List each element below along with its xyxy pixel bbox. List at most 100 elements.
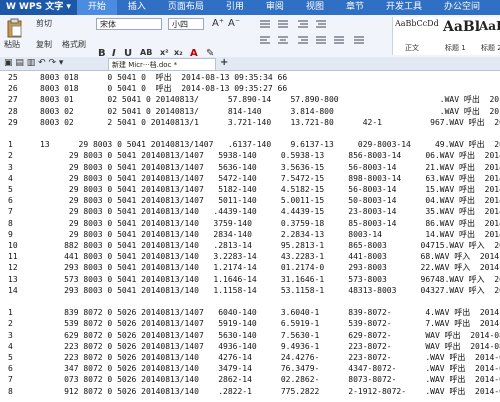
menu-bar: W WPS 文字 ▾ 开始 插入 页面布局 引用 审阅 视图 章节 开发工具 办… — [0, 0, 500, 15]
increase-indent-icon — [316, 20, 326, 28]
style-name-heading2: 标题 2 — [481, 44, 500, 52]
menu-office-space[interactable]: 办公空间 — [433, 0, 491, 15]
menu-review[interactable]: 审阅 — [255, 0, 295, 15]
line-number: 25 — [8, 73, 18, 82]
menu-start[interactable]: 开始 — [76, 0, 117, 15]
line-text: 29 8003 0 5041 20140813/1407 5182-140 4.… — [40, 185, 500, 194]
grow-font-icon[interactable]: A⁺ — [212, 18, 224, 29]
line-number: 26 — [8, 84, 18, 94]
document-tab-bar: ▣ ▤ ▥ ↶ ↷ ▾ 新建 Micr···档.doc * + — [0, 57, 500, 71]
line-number: 3 — [8, 330, 13, 340]
line-number: 5 — [8, 185, 13, 194]
line-text: 441 8003 0 5041 20140813/140 3.2283-14 4… — [40, 252, 500, 262]
justify-icon — [316, 36, 326, 44]
line-text: 073 8072 0 5026 20140813/140 2862-14 02.… — [40, 375, 500, 385]
line-number: 13 — [8, 274, 18, 284]
line-text: 573 8003 0 5041 20140813/140 1.1646-14 3… — [40, 274, 500, 284]
line-text: 8003 02 02 5041 0 20140813/ 814-140 3.81… — [40, 106, 500, 116]
style-preview-heading2[interactable]: AaBb — [479, 19, 500, 33]
paragraph-tools — [260, 20, 364, 44]
font-size-select[interactable]: 小四 — [168, 18, 204, 30]
bullet-list-icon — [260, 20, 270, 28]
line-text: 8003 018 0 5041 0 呼出 2014-08-13 09:35:27… — [40, 84, 288, 94]
style-name-heading1: 标题 1 — [445, 44, 466, 52]
line-number: 3 — [8, 162, 13, 172]
line-number: 12 — [8, 263, 18, 273]
line-text: 8003 01 02 5041 0 20140813/ 57.890-14 57… — [40, 95, 500, 105]
line-number: 4 — [8, 173, 13, 183]
document-tab[interactable]: 新建 Micr···档.doc * — [108, 58, 216, 70]
line-spacing-icon — [354, 36, 364, 44]
line-number: 6 — [8, 364, 13, 374]
menu-page-layout[interactable]: 页面布局 — [157, 0, 215, 15]
line-text: 223 8072 0 5026 20140813/1407 4936-140 9… — [40, 341, 500, 351]
paste-button[interactable]: 粘贴 — [4, 39, 20, 50]
menu-section[interactable]: 章节 — [335, 0, 375, 15]
line-text: 29 8003 0 5041 20140813/140 .4439-140 4.… — [40, 207, 500, 217]
line-text: 347 8072 0 5026 20140813/140 3479-14 76.… — [40, 364, 500, 374]
document-body[interactable]: 25 8003 018 0 5041 0 呼出 2014-08-13 09:35:… — [0, 71, 500, 402]
menu-reference[interactable]: 引用 — [215, 0, 255, 15]
align-right-icon — [298, 36, 308, 44]
line-number: 14 — [8, 285, 18, 295]
menu-view[interactable]: 视图 — [295, 0, 335, 15]
line-text: 29 8003 0 5041 20140813/1407 5938-140 0.… — [40, 151, 500, 161]
subscript-icon[interactable]: x₂ — [174, 48, 183, 57]
line-text: 29 8003 0 5041 20140813/140 2834-140 2.2… — [40, 229, 500, 239]
line-number: 10 — [8, 241, 18, 250]
line-number: 8 — [8, 218, 13, 228]
style-preview-heading1[interactable]: AaBl — [443, 19, 480, 35]
style-name-normal: 正文 — [405, 44, 419, 52]
line-number: 1 — [8, 308, 13, 318]
line-text: 29 8003 0 5041 20140813/1407 5636-140 3.… — [40, 162, 500, 172]
copy-button[interactable]: 复制 — [36, 39, 52, 50]
align-left-icon — [260, 36, 270, 44]
line-text: 8003 02 2 5041 0 20140813/1 3.721-140 13… — [40, 117, 500, 127]
paste-icon[interactable] — [6, 18, 24, 38]
line-number: 27 — [8, 95, 18, 105]
decrease-indent-icon — [298, 20, 308, 28]
distributed-icon — [334, 36, 344, 44]
line-text: 29 8003 0 5041 20140813/1407 5011-140 5.… — [40, 196, 500, 206]
numbered-list-icon — [278, 20, 288, 28]
menu-insert[interactable]: 插入 — [117, 0, 157, 15]
line-text: 29 8003 0 5041 20140813/140 3759-140 0.3… — [40, 218, 500, 228]
line-text: 293 8003 0 5041 20140813/140 1.2174-14 0… — [40, 263, 500, 273]
style-gallery[interactable]: AaBbCcDd 正文 AaBl 标题 1 AaBb 标题 2 — [392, 17, 500, 55]
cut-button[interactable]: 剪切 — [36, 18, 52, 29]
line-text: 839 8072 0 5026 20140813/1407 6040-140 3… — [40, 308, 500, 318]
line-number: 1 — [8, 140, 13, 150]
line-text: 539 8072 0 5026 20140813/1407 5919-140 6… — [40, 319, 500, 329]
menu-developer[interactable]: 开发工具 — [375, 0, 433, 15]
format-painter-button[interactable]: 格式刷 — [62, 39, 86, 50]
line-number: 29 — [8, 117, 18, 127]
superscript-icon[interactable]: x² — [160, 48, 169, 57]
font-name-select[interactable]: 宋体 — [96, 18, 162, 30]
quick-access-icons[interactable]: ▣ ▤ ▥ ↶ ↷ ▾ — [4, 58, 63, 68]
shrink-font-icon[interactable]: A⁻ — [228, 18, 240, 29]
line-number: 2 — [8, 151, 13, 161]
line-text: 629 8072 0 5026 20140813/1407 5630-140 7… — [40, 330, 500, 340]
line-number: 11 — [8, 252, 18, 262]
new-tab-icon[interactable]: + — [220, 57, 228, 68]
line-number: 7 — [8, 207, 13, 217]
line-number: 4 — [8, 341, 13, 351]
line-number: 8 — [8, 386, 13, 396]
line-number: 6 — [8, 196, 13, 206]
line-text: 293 8003 0 5041 20140813/140 1.1158-14 5… — [40, 285, 500, 295]
line-text: 882 8003 0 5041 20140813/140 .2813-14 95… — [40, 241, 500, 250]
line-text: 8003 018 0 5041 0 呼出 2014-08-13 09:35:34… — [40, 73, 288, 82]
align-center-icon — [278, 36, 288, 44]
line-number: 5 — [8, 353, 13, 362]
line-text: 223 8072 0 5026 20140813/140 4276-14 24.… — [40, 353, 500, 362]
line-number: 28 — [8, 106, 18, 116]
line-number: 2 — [8, 319, 13, 329]
line-text: 29 8003 0 5041 20140813/1407 5472-140 7.… — [40, 173, 500, 183]
line-number: 9 — [8, 229, 13, 239]
line-number: 7 — [8, 375, 13, 385]
style-preview-normal[interactable]: AaBbCcDd — [395, 19, 439, 28]
strikethrough-icon[interactable]: AB — [140, 48, 152, 57]
line-text: 13 29 8003 0 5041 20140813/1407 .6137-14… — [40, 140, 500, 150]
line-text: 912 8072 0 5026 20140813/140 .2822-1 775… — [40, 386, 500, 396]
app-menu-button[interactable]: W WPS 文字 ▾ — [0, 0, 77, 15]
